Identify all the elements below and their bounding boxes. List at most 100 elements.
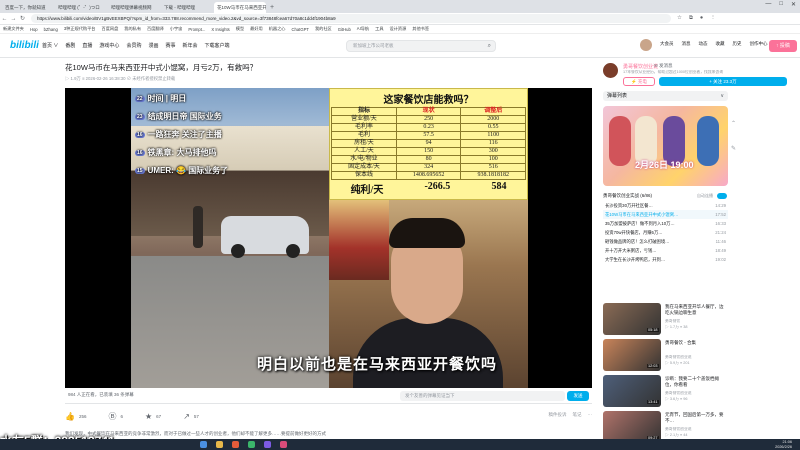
favorite-button[interactable]: ★ 67 [145,412,161,421]
chrome-icon[interactable] [232,441,239,448]
bookmark-item[interactable]: 我的社区 [315,26,332,32]
url-field[interactable]: https://www.bilibili.com/video/BV1gBvEEX… [31,14,671,23]
browser-tab[interactable]: 哔哩哔哩弹幕视频网 [108,2,160,13]
new-tab-button[interactable]: + [267,2,277,13]
bookmark-item[interactable]: 设计资源 [390,26,407,32]
recommend-title[interactable]: 元宵节，回国后第一万多，要不… [665,412,727,424]
user-avatar[interactable] [640,39,652,51]
windows-icon[interactable] [200,441,207,448]
user-menu-vip[interactable]: 大会员 [660,41,674,47]
nav-item-manga[interactable]: 漫画 [148,42,158,49]
recommend-up[interactable]: 勇哥餐饮创业说 [665,391,727,396]
up-name[interactable]: 勇哥餐饮创业说 [623,63,658,70]
reload-icon[interactable]: ↻ [18,15,27,22]
app-icon[interactable] [280,441,287,448]
nav-item-live[interactable]: 直播 [82,42,92,49]
app-icon[interactable] [264,441,271,448]
bookmark-item[interactable]: bZhang [44,27,58,32]
bilibili-logo[interactable]: bilibili [10,40,39,51]
bookmark-item[interactable]: GitHub [338,27,351,32]
browser-tab[interactable]: 下载 - 哔哩哔哩 [161,2,213,13]
nav-item-games[interactable]: 游戏中心 [99,42,119,49]
user-menu-messages[interactable]: 消息 [682,41,691,47]
user-menu-favorites[interactable]: 收藏 [716,41,725,47]
user-menu-creator[interactable]: 创作中心 [750,41,768,47]
collection-item[interactable]: 投资70w开快餐店，月赚5万… 21:24 [603,228,728,237]
folder-icon[interactable] [216,441,223,448]
danmaku-input[interactable]: 发个友善的弹幕见证当下 [400,391,565,401]
nav-item-shop[interactable]: 会员购 [126,42,141,49]
forward-icon[interactable]: → [9,16,18,22]
bookmark-item[interactable]: 3种正规代购平台 [64,26,96,32]
back-icon[interactable]: ← [0,16,9,22]
recommend-up[interactable]: 勇哥餐饮创业说 [665,427,727,432]
danmaku-list-toggle[interactable]: 弹幕列表 ∨ [603,91,728,101]
clock[interactable]: 21:06 2026/2/26 [775,440,792,449]
report-link[interactable]: 稿件投诉 [549,412,567,418]
bookmark-item[interactable]: Hop [30,27,38,32]
search-icon[interactable]: ⌕ [488,41,491,51]
collection-item[interactable]: 长沙投资30万开社区餐… 14:29 [603,201,728,210]
browser-tab-active[interactable]: 花10W马币在马来西亚开中式 [214,2,266,13]
browser-tab[interactable]: 哔哩哔哩 (゜-゜)つロ [55,2,107,13]
send-message-link[interactable]: ✉ 发消息 [654,63,673,69]
bookmark-item[interactable]: 模型 [236,26,244,32]
note-link[interactable]: 笔记 [573,412,582,418]
upload-button[interactable]: ↑ 投稿 [769,40,797,52]
bookmark-item[interactable]: 工具 [375,26,383,32]
menu-icon[interactable]: ⋮ [710,15,716,22]
video-player[interactable]: 22 时间 | 明日 23 结成明日帝 国际业务 16 一路狂奔 关注了主播 16 铁黑… [65,88,592,388]
more-icon[interactable]: ⋯ [588,412,593,418]
collection-item[interactable]: 大学生在长沙开烤鸭店，开到… 19:02 [603,255,728,264]
up-avatar[interactable] [603,63,618,78]
collection-item[interactable]: 砸钱做品牌的店！怎么打破困境… 11:46 [603,237,728,246]
nav-item-home[interactable]: 首页 ∨ [42,42,58,49]
autoplay-toggle[interactable] [717,193,727,199]
nav-item-anime[interactable]: 番剧 [65,42,75,49]
recommend-card[interactable]: 13:41 诊断：我要二十个盖饭档摊位，你看看 勇哥餐饮创业说 ▷ 3.6万 ≡ 96 [603,375,728,409]
bookmark-item[interactable]: 百度翻译 [147,26,164,32]
bookmark-item[interactable]: 最好用 [250,26,263,32]
browser-tab[interactable]: 百度一下，你就知道 [2,2,54,13]
recommend-title[interactable]: 勇哥餐饮 - 合集 [665,340,727,346]
collection-item[interactable]: 35万加盟披萨店！做不到月入10万… 16:33 [603,219,728,228]
nav-item-download[interactable]: 下载客户端 [205,42,230,49]
bookmark-item[interactable]: 我的私有 [124,26,141,32]
bookmark-item[interactable]: 其他书签 [412,26,429,32]
scroll-top-icon[interactable]: ⌃ [731,120,736,127]
charge-button[interactable]: ⚡ 充电 [623,77,655,86]
user-menu-history[interactable]: 历史 [733,41,742,47]
bookmark-item[interactable]: X Insights [211,27,229,32]
close-window-button[interactable]: ✕ [791,1,796,8]
recommend-card[interactable]: 05:18 我在马来西亚开华人餐厅，边吃火锅边聊生意 勇哥餐饮 ▷ 1.7万 ≡ 38 [603,303,728,337]
collection-item[interactable]: 开十万开大米粥店，亏钱… 18:49 [603,246,728,255]
recommend-up[interactable]: 勇哥餐饮创业说 [665,355,727,360]
bookmark-item[interactable]: 新建文件夹 [3,26,24,32]
like-button[interactable]: 👍 256 [65,412,86,421]
collection-item[interactable]: 花10W马币在马来西亚开中式小馄窝… 17:52 [603,210,728,219]
feedback-icon[interactable]: ✎ [731,145,736,152]
ad-banner[interactable]: 2月26日 19:00 [603,106,728,186]
follow-button[interactable]: + 关注 23.3万 [659,77,787,86]
recommend-title[interactable]: 我在马来西亚开华人餐厅，边吃火锅边聊生意 [665,304,727,316]
bookmark-item[interactable]: AI导航 [357,26,369,32]
bookmark-item[interactable]: 百度网盘 [102,26,119,32]
bookmark-item[interactable]: 机器之心 [269,26,286,32]
maximize-button[interactable]: □ [779,1,783,8]
star-icon[interactable]: ☆ [677,15,682,22]
bookmark-item[interactable]: 小宇宙 [170,26,183,32]
coin-button[interactable]: Ⓑ 6 [108,411,123,422]
wechat-icon[interactable] [248,441,255,448]
profile-icon[interactable]: ● [700,15,703,22]
bookmark-item[interactable]: ChatGPT [292,27,309,32]
bookmark-item[interactable]: Prompt... [188,27,205,32]
extensions-icon[interactable]: ⧉ [689,15,693,22]
recommend-title[interactable]: 诊断：我要二十个盖饭档摊位，你看看 [665,376,727,388]
share-button[interactable]: ↗ 57 [183,412,199,421]
nav-item-esports[interactable]: 赛事 [165,42,175,49]
nav-item-newyear[interactable]: 新年会 [182,42,197,49]
search-input[interactable]: 新加坡上市公司老板 ⌕ [346,40,496,52]
danmaku-send-button[interactable]: 发送 [567,391,589,401]
recommend-up[interactable]: 勇哥餐饮 [665,319,727,324]
recommend-card[interactable]: 12:03 勇哥餐饮 - 合集 勇哥餐饮创业说 ▷ 5.9万 ≡ 201 [603,339,728,373]
